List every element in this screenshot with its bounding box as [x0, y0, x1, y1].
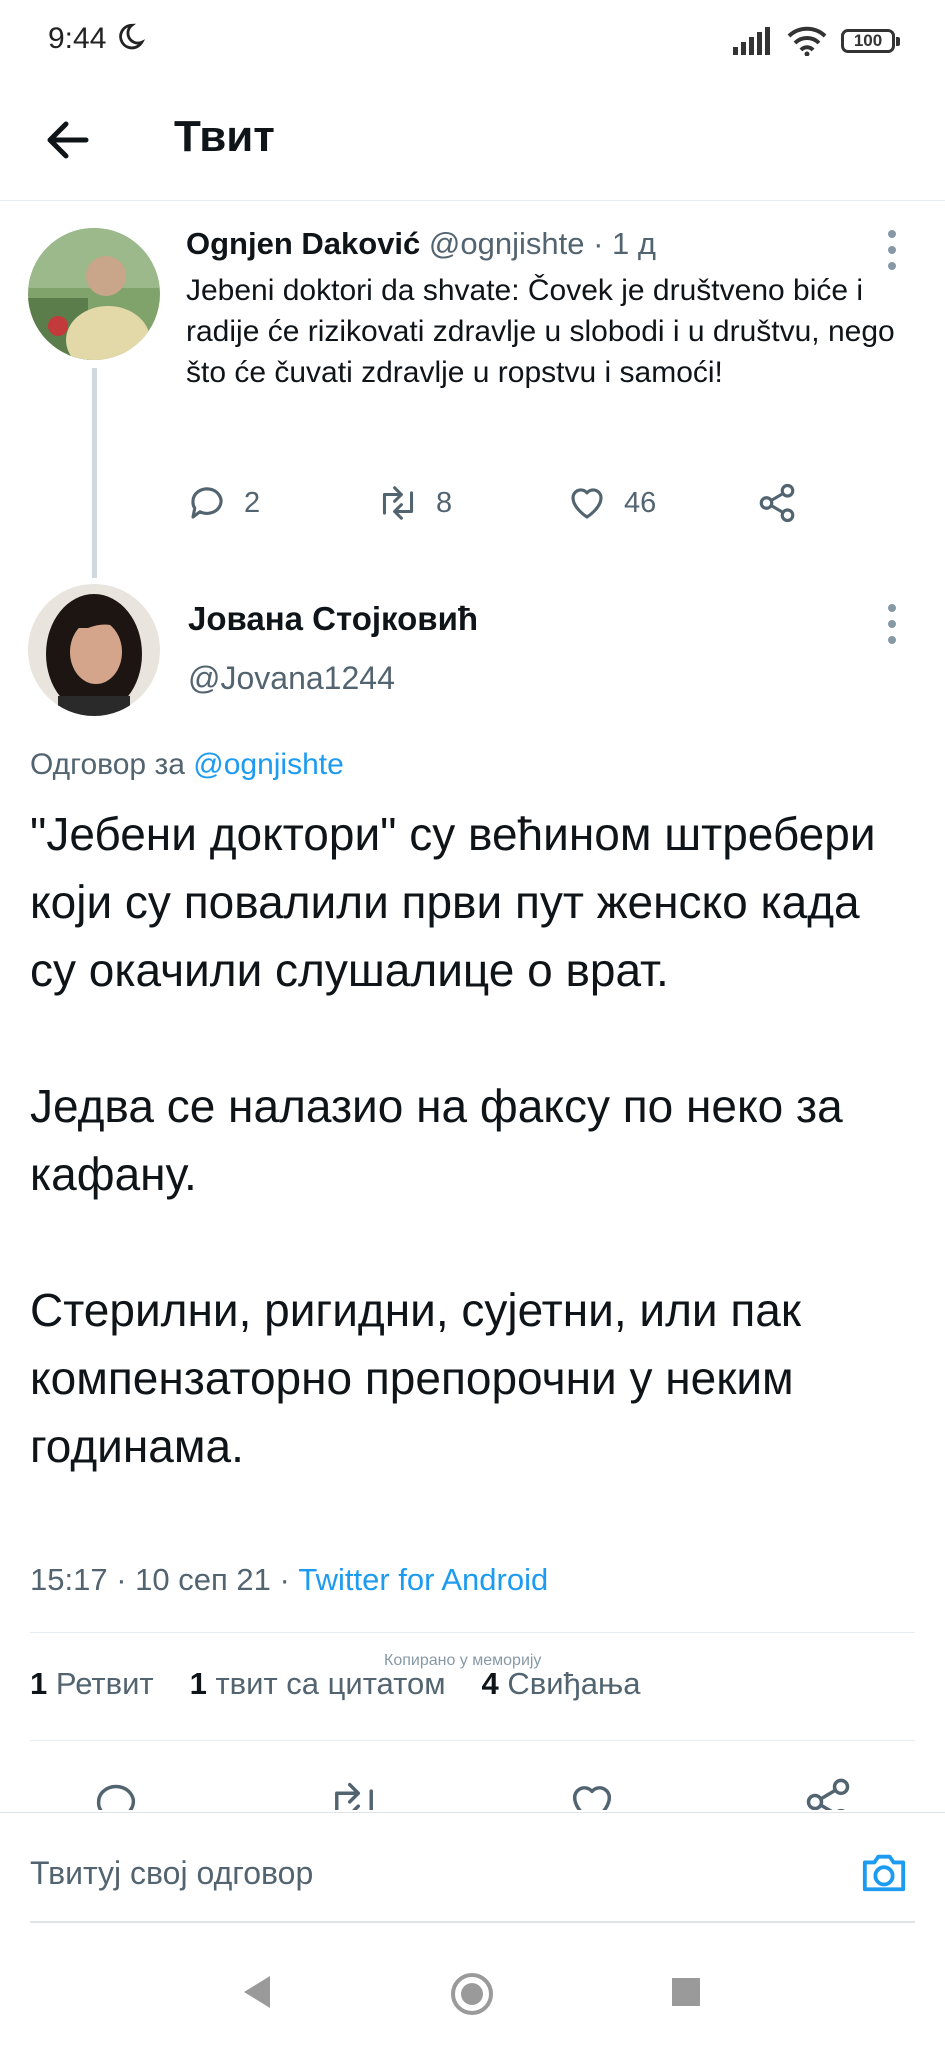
author-handle-time: @ognjishte · 1 д — [428, 226, 656, 261]
system-nav-bar — [0, 1938, 945, 2048]
quotes-stat[interactable]: 1 твит са цитатом — [190, 1666, 446, 1702]
author-name[interactable]: Јована Стојковић — [188, 600, 478, 638]
thread-line — [92, 368, 97, 578]
tweet-timestamp: 15:17 · 10 сеп 21 · — [30, 1562, 299, 1597]
page-title: Твит — [174, 112, 275, 161]
wifi-icon — [787, 26, 827, 56]
retweet-icon[interactable] — [326, 1778, 382, 1810]
reply-action[interactable]: 2 — [186, 482, 376, 524]
author-handle[interactable]: @Jovana1244 — [188, 660, 395, 697]
do-not-disturb-icon — [119, 23, 146, 50]
reply-input-placeholder[interactable]: Твитуј свој одговор — [30, 1855, 313, 1892]
reply-context: Одговор за @ognjishte — [30, 748, 344, 782]
app-bar: Твит — [0, 84, 945, 201]
reply-icon — [191, 487, 223, 519]
status-bar: 9:44 100 — [0, 0, 945, 84]
tweet-stats: 1 Ретвит 1 твит са цитатом 4 Свиђања — [30, 1666, 640, 1702]
retweets-stat[interactable]: 1 Ретвит — [30, 1666, 154, 1702]
parent-tweet-actions: 2 8 46 — [186, 482, 798, 524]
divider — [30, 1740, 915, 1741]
tweet-text: "Јебени доктори" су већином штребери кој… — [30, 808, 876, 1472]
reply-to-link[interactable]: @ognjishte — [193, 748, 344, 781]
status-icons: 100 — [733, 26, 900, 56]
nav-back-icon[interactable] — [240, 1974, 272, 2010]
tweet-meta: 15:17 · 10 сеп 21 · Twitter for Android — [30, 1562, 548, 1598]
retweet-count: 8 — [436, 486, 453, 519]
more-options-icon[interactable] — [882, 600, 902, 660]
parent-tweet-header: Ognjen Daković @ognjishte · 1 д — [186, 226, 656, 262]
nav-home-icon[interactable] — [448, 1970, 496, 2018]
likes-stat[interactable]: 4 Свиђања — [482, 1666, 641, 1702]
camera-icon[interactable] — [859, 1849, 909, 1895]
heart-icon — [571, 488, 603, 519]
battery-icon: 100 — [841, 29, 900, 53]
reply-composer[interactable]: Твитуј свој одговор — [0, 1812, 945, 1923]
tweet-source-link[interactable]: Twitter for Android — [298, 1562, 548, 1597]
parent-tweet-text: Jebeni doktori da shvate: Čovek je društ… — [186, 274, 895, 389]
reply-prefix: Одговор за — [30, 748, 185, 781]
share-icon — [759, 483, 795, 523]
avatar[interactable] — [28, 584, 160, 716]
retweet-action[interactable]: 8 — [376, 482, 566, 524]
divider — [30, 1632, 915, 1633]
share-action[interactable] — [756, 482, 798, 524]
share-icon[interactable] — [802, 1776, 854, 1810]
heart-icon[interactable] — [566, 1778, 618, 1810]
retweet-icon — [382, 486, 414, 520]
nav-recents-icon[interactable] — [670, 1976, 702, 2008]
author-name[interactable]: Ognjen Daković — [186, 226, 420, 261]
back-arrow-icon[interactable] — [40, 112, 96, 168]
reply-count: 2 — [244, 486, 261, 519]
reply-icon[interactable] — [90, 1778, 142, 1810]
like-count: 46 — [624, 486, 657, 519]
like-action[interactable]: 46 — [566, 482, 756, 524]
tweet-actions — [0, 1760, 945, 1810]
composer-underline — [30, 1921, 915, 1923]
signal-icon — [733, 27, 770, 55]
status-time: 9:44 — [48, 22, 107, 55]
avatar[interactable] — [28, 228, 160, 360]
